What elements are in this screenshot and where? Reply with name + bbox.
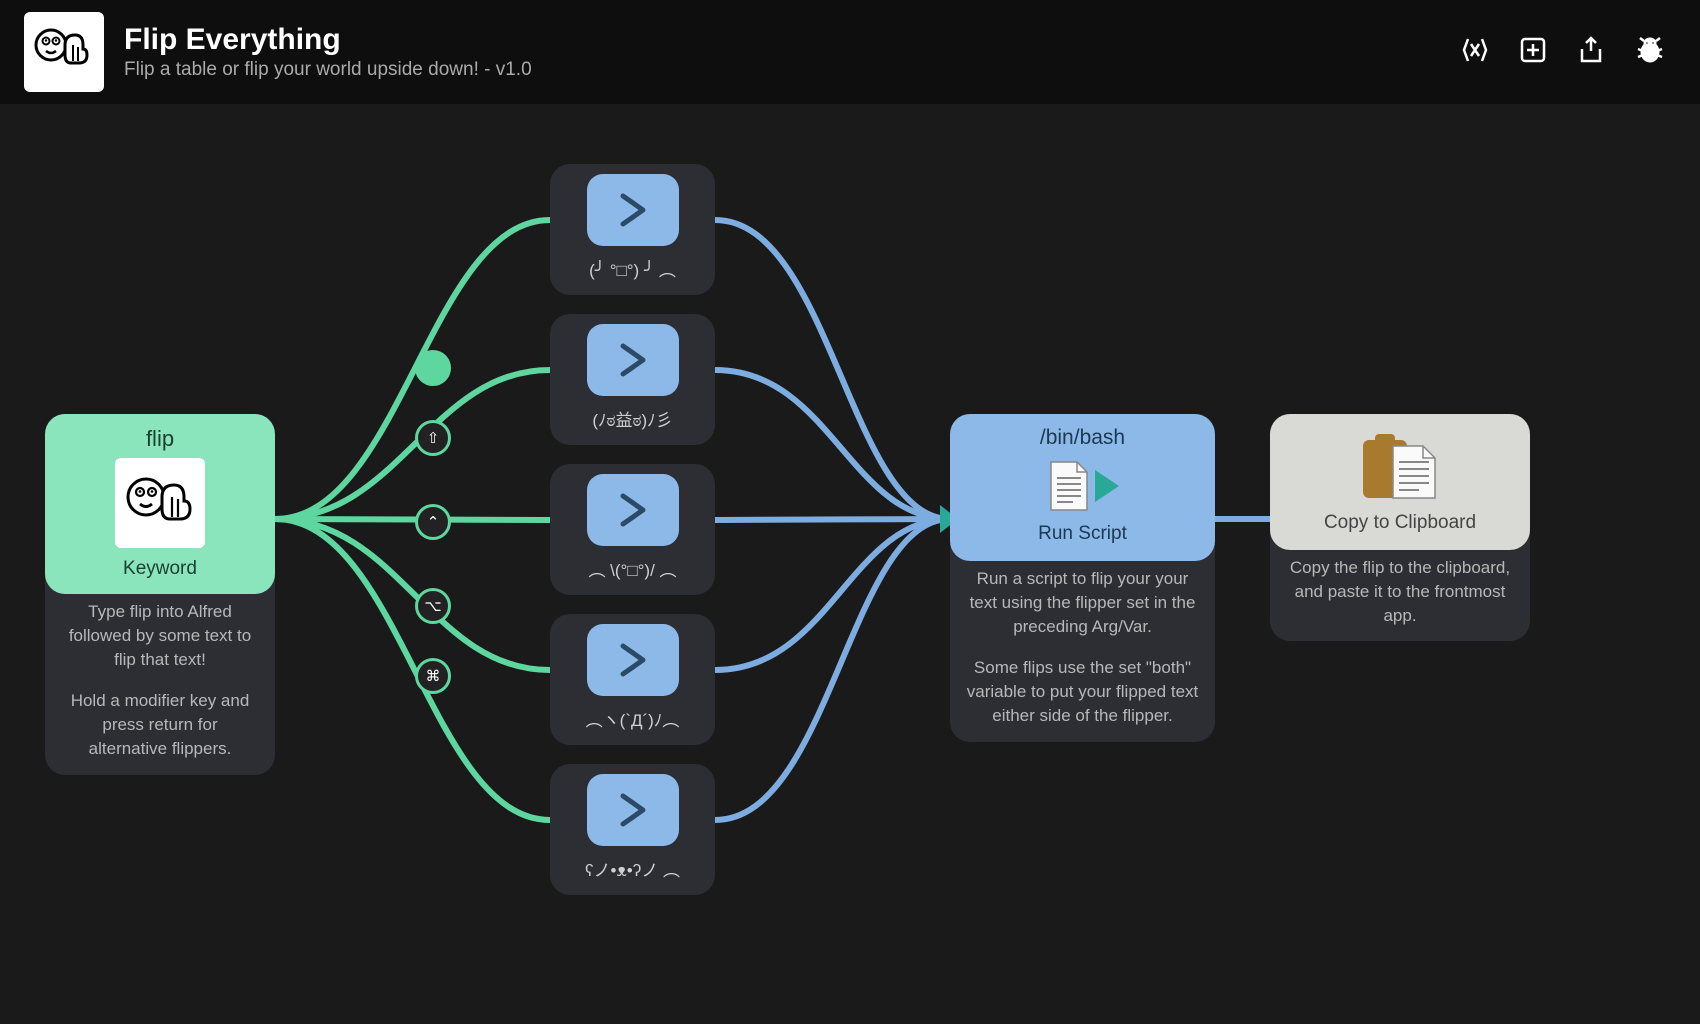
clipboard-desc: Copy the flip to the clipboard, and past… (1270, 550, 1530, 641)
run-script-node[interactable]: /bin/bash Run Script Run a script to fli… (950, 414, 1215, 742)
argvar-icon (587, 624, 679, 696)
argvar-node-1[interactable]: (╯ °□°) ╯ ︵ (550, 164, 715, 295)
debug-icon[interactable] (1634, 35, 1666, 70)
script-title: /bin/bash (950, 426, 1215, 450)
workflow-icon (24, 12, 104, 92)
modifier-ctrl-icon[interactable]: ⌃ (415, 504, 451, 540)
modifier-shift-icon[interactable]: ⇧ (415, 420, 451, 456)
script-type-label: Run Script (950, 523, 1215, 545)
keyword-node[interactable]: flip Keyword Type flip into Alfred follo… (45, 414, 275, 775)
argvar-label: (╯ °□°) ╯ ︵ (550, 256, 715, 285)
modifier-none-icon[interactable] (415, 350, 451, 386)
argvar-icon (587, 324, 679, 396)
script-icon (1043, 458, 1123, 513)
script-desc-2: Some flips use the set "both" variable t… (950, 652, 1215, 741)
keyword-type-label: Keyword (45, 558, 275, 580)
keyword-desc-1: Type flip into Alfred followed by some t… (45, 594, 275, 685)
workflow-canvas[interactable]: ⇧ ⌃ ⌥ ⌘ flip Keyword Type flip into Alfr… (0, 104, 1700, 1024)
argvar-label: (ﾉಠ益ಠ)ﾉ彡 (550, 406, 715, 435)
argvar-icon (587, 474, 679, 546)
argvar-label: ︵ \(°□°)/ ︵ (550, 556, 715, 585)
argvar-node-4[interactable]: ︵ヽ(`Д´)ﾉ︵ (550, 614, 715, 745)
argvar-node-5[interactable]: ʕノ•ᴥ•ʔノ ︵ (550, 764, 715, 895)
modifier-option-icon[interactable]: ⌥ (415, 588, 451, 624)
workflow-title: Flip Everything (124, 23, 1460, 57)
clipboard-node[interactable]: Copy to Clipboard Copy the flip to the c… (1270, 414, 1530, 641)
header: Flip Everything Flip a table or flip you… (0, 0, 1700, 104)
export-icon[interactable] (1576, 35, 1606, 70)
keyword-title: flip (45, 426, 275, 452)
argvar-icon (587, 174, 679, 246)
clipboard-icon (1270, 432, 1530, 502)
argvar-label: ʕノ•ᴥ•ʔノ ︵ (550, 856, 715, 885)
clipboard-type-label: Copy to Clipboard (1270, 512, 1530, 534)
script-desc-1: Run a script to flip your your text usin… (950, 561, 1215, 652)
add-icon[interactable] (1518, 35, 1548, 70)
workflow-subtitle: Flip a table or flip your world upside d… (124, 59, 1460, 81)
argvar-node-2[interactable]: (ﾉಠ益ಠ)ﾉ彡 (550, 314, 715, 445)
argvar-label: ︵ヽ(`Д´)ﾉ︵ (550, 706, 715, 735)
variables-icon[interactable] (1460, 35, 1490, 70)
modifier-cmd-icon[interactable]: ⌘ (415, 658, 451, 694)
argvar-icon (587, 774, 679, 846)
argvar-node-3[interactable]: ︵ \(°□°)/ ︵ (550, 464, 715, 595)
keyword-image (115, 458, 205, 548)
keyword-desc-2: Hold a modifier key and press return for… (45, 685, 275, 774)
